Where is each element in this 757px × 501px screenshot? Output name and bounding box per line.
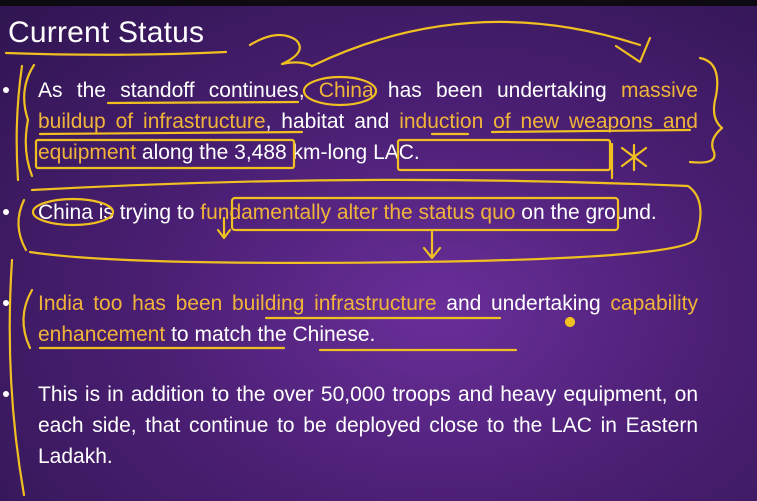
text-segment: has been undertaking (373, 79, 621, 102)
bullet-text: This is in addition to the over 50,000 t… (38, 383, 698, 468)
bullet-item-4: This is in addition to the over 50,000 t… (3, 379, 698, 472)
highlighted-text: fundamentally alter the status quo (200, 201, 516, 224)
bullet-text: As the standoff continues, China has bee… (38, 79, 698, 164)
bullet-list: As the standoff continues, China has bee… (0, 0, 757, 501)
bullet-dot (3, 300, 9, 306)
text-segment: , habitat and (265, 110, 400, 133)
bullet-text: India too has been building infrastructu… (38, 292, 698, 346)
text-segment: and undertaking (436, 292, 611, 315)
bullet-text: China is trying to fundamentally alter t… (38, 201, 657, 224)
bullet-item-1: As the standoff continues, China has bee… (3, 75, 698, 168)
text-segment: along the 3,488 km-long LAC. (136, 141, 420, 164)
bullet-dot (3, 209, 9, 215)
highlighted-text: China (318, 79, 374, 102)
text-segment: , (298, 79, 319, 102)
text-segment: is trying to (92, 201, 201, 224)
bullet-dot (3, 87, 9, 93)
text-segment: As the (38, 79, 121, 102)
bullet-item-2: China is trying to fundamentally alter t… (3, 197, 698, 228)
text-segment: on the ground. (515, 201, 657, 224)
text-segment: to match the Chinese. (165, 323, 376, 346)
text-segment: standoff continues (120, 79, 299, 102)
bullet-item-3: India too has been building infrastructu… (3, 288, 698, 350)
highlighted-text: building infrastructure (232, 292, 437, 315)
highlighted-text: India too has been (38, 292, 232, 315)
bullet-dot (3, 391, 9, 397)
text-segment: China (38, 201, 93, 224)
text-segment: This is in addition to the over 50,000 t… (38, 383, 698, 468)
